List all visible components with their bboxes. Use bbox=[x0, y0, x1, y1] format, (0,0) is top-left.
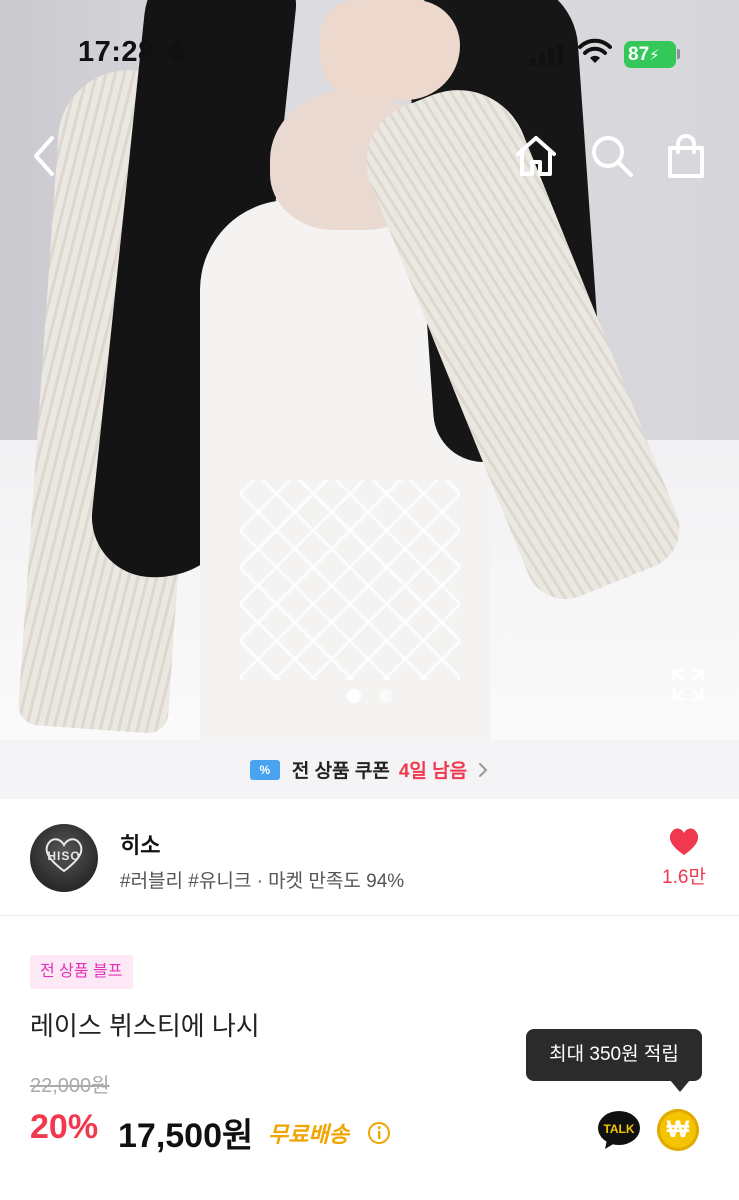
status-time: 17:28 bbox=[78, 36, 155, 68]
reward-coin-button[interactable]: ₩ bbox=[657, 1109, 699, 1151]
sale-price: 17,500원 bbox=[118, 1117, 254, 1155]
shop-name[interactable]: 히소 bbox=[120, 828, 160, 860]
shop-info-row[interactable]: HISO 히소 #러블리 #유니크 · 마켓 만족도 94% 1.6만 bbox=[0, 800, 739, 916]
info-icon[interactable] bbox=[367, 1121, 391, 1145]
battery-cap bbox=[677, 49, 680, 59]
carousel-dot[interactable] bbox=[379, 689, 393, 703]
cellular-signal-icon bbox=[530, 43, 563, 66]
reward-tooltip: 최대 350원 적립 bbox=[526, 1029, 702, 1081]
free-shipping-label: 무료배송 bbox=[268, 1122, 349, 1147]
promo-badge: 전 상품 블프 bbox=[30, 955, 133, 989]
wifi-icon bbox=[578, 38, 612, 63]
battery-level: 87 bbox=[628, 44, 650, 65]
coupon-banner[interactable]: % 전 상품 쿠폰 4일 남음 bbox=[0, 740, 739, 799]
status-bar: 17:28 87⚡ bbox=[0, 0, 739, 110]
search-button[interactable] bbox=[588, 132, 636, 180]
coupon-label: 전 상품 쿠폰 bbox=[291, 761, 390, 782]
heart-icon[interactable] bbox=[668, 826, 700, 856]
home-icon bbox=[516, 136, 556, 176]
chevron-right-icon bbox=[479, 762, 488, 777]
search-icon bbox=[592, 136, 633, 177]
shopping-bag-icon bbox=[668, 134, 704, 178]
coupon-remaining: 4일 남음 bbox=[398, 761, 468, 782]
moon-icon bbox=[168, 41, 188, 62]
original-price: 22,000원 bbox=[30, 1075, 110, 1097]
battery-indicator: 87⚡ bbox=[624, 41, 676, 68]
product-title: 레이스 뷔스티에 나시 bbox=[30, 1011, 260, 1041]
product-image-carousel[interactable] bbox=[0, 0, 739, 740]
talk-label: TALK bbox=[603, 1122, 634, 1136]
kakao-talk-icon[interactable]: TALK bbox=[597, 1110, 641, 1150]
coupon-ticket-icon: % bbox=[249, 759, 280, 780]
shop-avatar[interactable]: HISO bbox=[30, 824, 98, 892]
tooltip-arrow bbox=[670, 1080, 690, 1092]
home-button[interactable] bbox=[512, 132, 560, 180]
cart-button[interactable] bbox=[662, 132, 710, 180]
carousel-dot[interactable] bbox=[347, 689, 361, 703]
like-count: 1.6만 bbox=[662, 867, 706, 888]
shop-tags: #러블리 #유니크 · 마켓 만족도 94% bbox=[120, 871, 405, 892]
chevron-left-icon bbox=[34, 136, 54, 176]
charging-bolt-icon: ⚡ bbox=[649, 47, 660, 64]
photo-lace-pattern bbox=[240, 480, 460, 680]
fullscreen-expand-icon[interactable] bbox=[670, 667, 706, 703]
back-button[interactable] bbox=[22, 132, 70, 180]
shop-avatar-logo: HISO bbox=[47, 849, 81, 863]
discount-rate: 20% bbox=[30, 1108, 99, 1146]
